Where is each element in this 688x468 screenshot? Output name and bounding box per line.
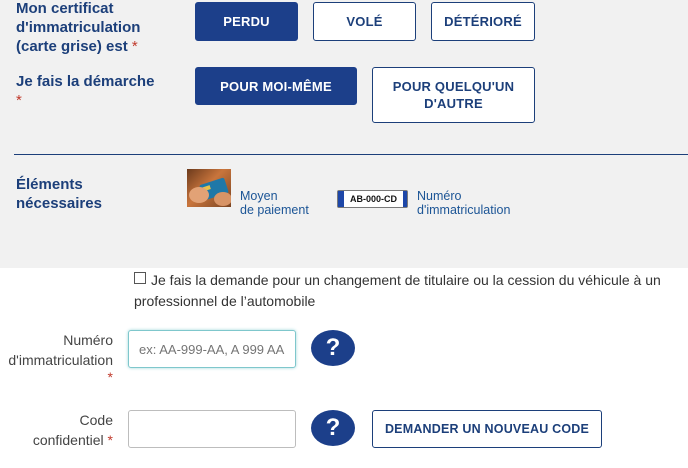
lost-option-button[interactable]: PERDU <box>195 2 298 41</box>
payment-method-line1: Moyen <box>240 189 278 203</box>
code-label-line2: confidentiel <box>32 432 104 448</box>
registration-number-line2: d'immatriculation <box>417 203 511 217</box>
ownership-change-label[interactable]: Je fais la demande pour un changement de… <box>134 270 679 312</box>
for-someone-else-button[interactable]: POUR QUELQU'UN D'AUTRE <box>372 67 535 123</box>
required-marker: * <box>131 38 138 55</box>
approach-label: Je fais la démarche * <box>16 72 186 110</box>
request-new-code-button[interactable]: DEMANDER UN NOUVEAU CODE <box>372 410 602 448</box>
code-label-line1: Code <box>79 412 113 428</box>
required-marker: * <box>107 369 113 385</box>
payment-method-line2: de paiement <box>240 203 309 217</box>
stolen-option-button[interactable]: VOLÉ <box>313 2 416 41</box>
required-marker: * <box>16 92 22 109</box>
code-label-line2-wrap: confidentiel * <box>0 430 113 450</box>
registration-number-input[interactable] <box>128 330 296 368</box>
registration-help-icon[interactable]: ? <box>311 330 355 366</box>
plate-text: AB-000-CD <box>349 194 397 204</box>
confidential-code-input[interactable] <box>128 410 296 448</box>
certificate-state-text: Mon certificat d'immatriculation (carte … <box>16 0 141 55</box>
certificate-state-label: Mon certificat d'immatriculation (carte … <box>16 0 176 56</box>
payment-method-text: Moyen de paiement <box>240 189 309 217</box>
required-elements-label: Éléments nécessaires <box>16 176 102 212</box>
damaged-option-button[interactable]: DÉTÉRIORÉ <box>431 2 535 41</box>
for-myself-button[interactable]: POUR MOI-MÊME <box>195 67 357 105</box>
license-plate-icon: AB-000-CD <box>337 190 408 208</box>
registration-field-label: Numéro d'immatriculation * <box>0 330 113 384</box>
credit-card-photo-icon <box>187 169 231 207</box>
plate-region-band <box>403 191 407 207</box>
code-field-label: Code confidentiel * <box>0 410 113 450</box>
section-divider <box>14 154 688 155</box>
code-help-icon[interactable]: ? <box>311 410 355 446</box>
required-marker: * <box>107 432 113 448</box>
approach-text: Je fais la démarche <box>16 73 155 90</box>
registration-number-text: Numéro d'immatriculation <box>417 189 510 217</box>
registration-number-line1: Numéro <box>417 189 462 203</box>
registration-label-line2: d'immatriculation <box>8 352 113 368</box>
registration-label-line1: Numéro <box>63 332 113 348</box>
